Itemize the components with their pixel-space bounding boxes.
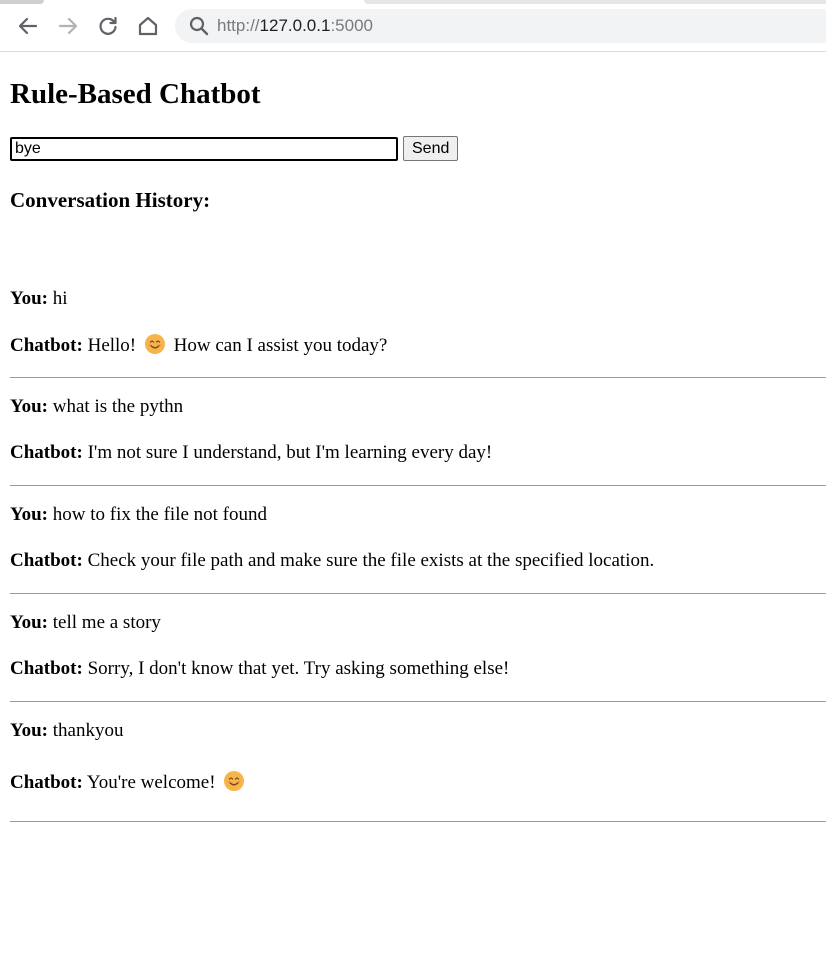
user-message: You: hi (10, 288, 68, 310)
bot-text: You're welcome! (86, 772, 221, 793)
forward-icon (58, 17, 78, 35)
url-scheme: http:// (217, 16, 260, 35)
search-icon (189, 16, 209, 36)
back-button[interactable] (14, 12, 42, 40)
divider (10, 377, 826, 378)
user-label: You: (10, 720, 49, 741)
page-title: Rule-Based Chatbot (10, 78, 261, 110)
conversation-history: You: hi Chatbot: Hello! How can I assist… (10, 276, 826, 822)
user-message: You: thankyou (10, 720, 123, 742)
user-message: You: tell me a story (10, 612, 161, 634)
reload-icon (99, 16, 117, 35)
send-button[interactable]: Send (403, 136, 459, 161)
bot-text: I'm not sure I understand, but I'm learn… (87, 442, 493, 463)
user-message: You: what is the pythn (10, 396, 183, 418)
divider (10, 485, 826, 486)
user-text: thankyou (52, 720, 124, 741)
url-host: 127.0.0.1 (259, 16, 331, 35)
divider (10, 821, 826, 822)
conversation-entry: You: hi Chatbot: Hello! How can I assist… (10, 276, 826, 384)
bot-label: Chatbot: (10, 442, 83, 463)
bot-text: Hello! (87, 335, 141, 356)
bot-label: Chatbot: (10, 550, 83, 571)
divider (10, 701, 826, 702)
message-input[interactable] (10, 136, 398, 161)
conversation-entry: You: how to fix the file not found Chatb… (10, 492, 826, 600)
bot-label: Chatbot: (10, 658, 83, 679)
reload-button[interactable] (94, 12, 122, 40)
user-text: tell me a story (52, 612, 161, 633)
user-label: You: (10, 396, 49, 417)
user-label: You: (10, 612, 49, 633)
conversation-entry: You: tell me a story Chatbot: Sorry, I d… (10, 600, 826, 708)
forward-button[interactable] (54, 12, 82, 40)
url-port: :5000 (330, 16, 373, 35)
user-message: You: how to fix the file not found (10, 504, 267, 526)
address-bar[interactable]: http://127.0.0.1:5000 (175, 9, 826, 43)
bot-message: Chatbot: Hello! How can I assist you tod… (10, 334, 387, 357)
bot-label: Chatbot: (10, 772, 83, 793)
user-text: what is the pythn (52, 396, 184, 417)
user-label: You: (10, 288, 49, 309)
conversation-entry: You: thankyou Chatbot: You're welcome! (10, 708, 826, 822)
conversation-entry: You: what is the pythn Chatbot: I'm not … (10, 384, 826, 492)
smiling-face-icon (144, 334, 165, 354)
history-heading: Conversation History: (10, 188, 211, 212)
url-text[interactable]: http://127.0.0.1:5000 (217, 16, 373, 36)
bot-label: Chatbot: (10, 335, 83, 356)
home-icon (138, 16, 158, 36)
tab-edge-right[interactable] (364, 0, 826, 4)
smiling-face-icon (224, 771, 245, 791)
user-label: You: (10, 504, 49, 525)
tab-edge[interactable] (0, 0, 44, 4)
bot-message: Chatbot: You're welcome! (10, 771, 248, 794)
bot-text: Check your file path and make sure the f… (87, 550, 655, 571)
bot-text: Sorry, I don't know that yet. Try asking… (87, 658, 510, 679)
back-icon (18, 17, 38, 35)
user-text: how to fix the file not found (52, 504, 268, 525)
chat-form: Send (10, 136, 459, 161)
bot-message: Chatbot: Sorry, I don't know that yet. T… (10, 658, 509, 680)
tab-strip (0, 0, 826, 4)
bot-message: Chatbot: I'm not sure I understand, but … (10, 442, 492, 464)
bot-message: Chatbot: Check your file path and make s… (10, 550, 654, 572)
user-text: hi (52, 288, 68, 309)
bot-text-after: How can I assist you today? (168, 335, 388, 356)
divider (10, 593, 826, 594)
browser-toolbar: http://127.0.0.1:5000 (0, 0, 826, 52)
home-button[interactable] (134, 12, 162, 40)
